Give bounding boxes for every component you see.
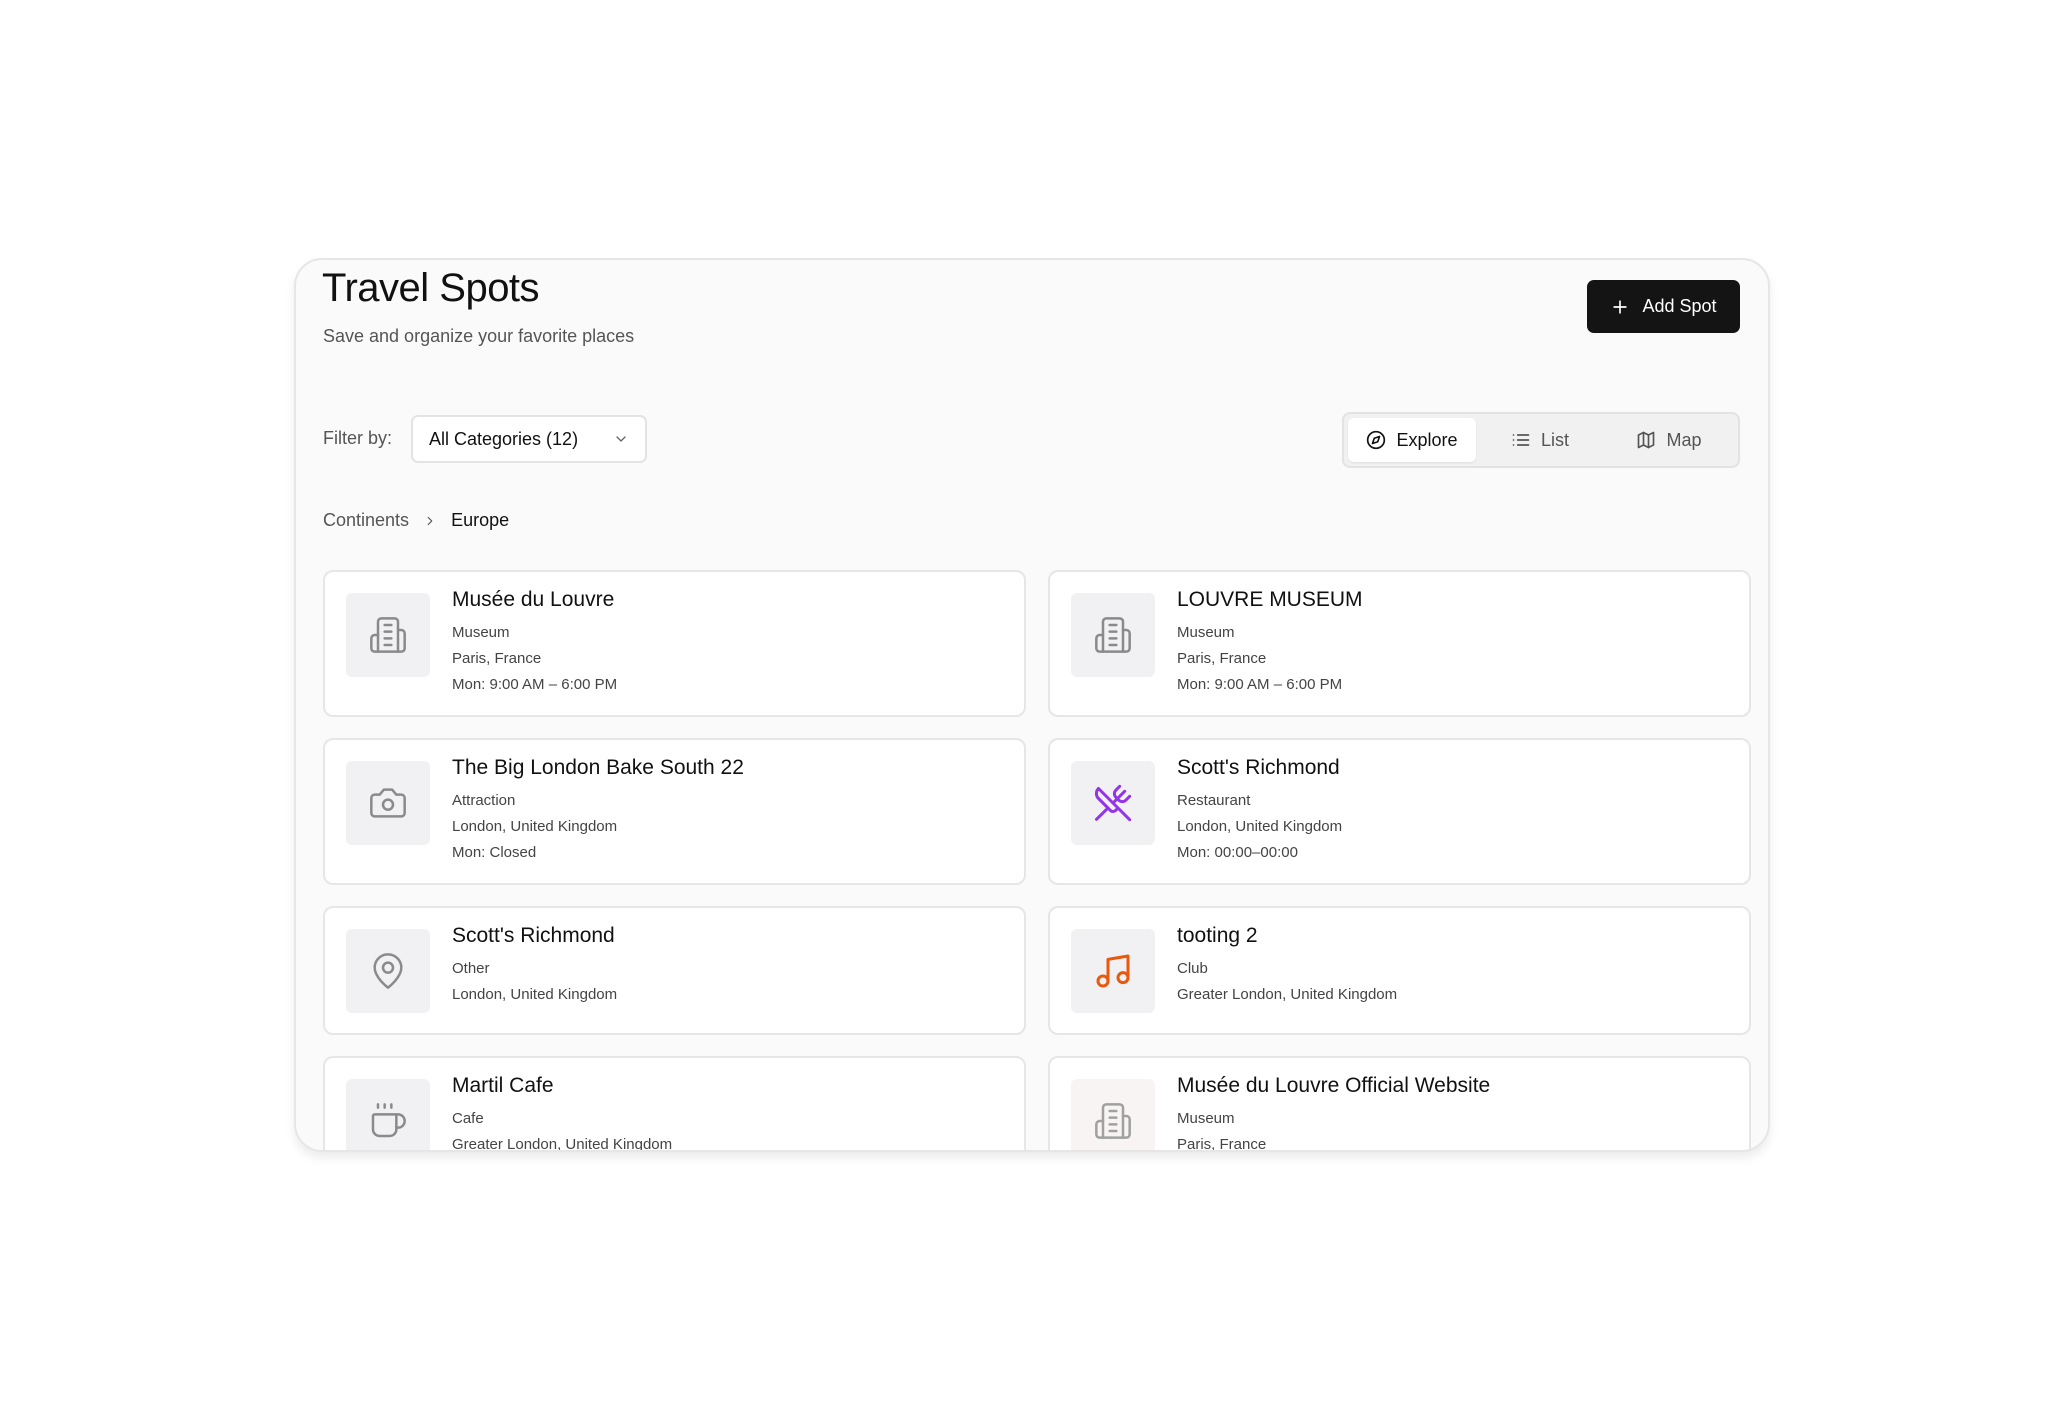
spot-thumbnail: [346, 929, 430, 1013]
spot-hours: Mon: 9:00 AM – 6:00 PM: [1177, 676, 1343, 693]
spot-name: LOUVRE MUSEUM: [1177, 588, 1363, 611]
spot-location: Paris, France: [1177, 650, 1267, 667]
spot-thumbnail: [346, 1079, 430, 1150]
spot-thumbnail: [346, 593, 430, 677]
building-icon: [370, 617, 406, 653]
spot-thumbnail: [1071, 1079, 1155, 1150]
music-icon: [1096, 954, 1130, 988]
spot-card[interactable]: tooting 2 Club Greater London, United Ki…: [1048, 906, 1751, 1035]
breadcrumb-europe: Europe: [451, 510, 510, 530]
spot-location: London, United Kingdom: [452, 986, 618, 1003]
view-list-button[interactable]: List: [1476, 418, 1604, 462]
add-spot-button[interactable]: Add Spot: [1587, 280, 1740, 333]
chevron-right-icon: [427, 516, 433, 525]
spot-thumbnail: [1071, 593, 1155, 677]
breadcrumb: Continents Europe: [323, 510, 509, 531]
view-toggle: Explore List Map: [1342, 412, 1740, 468]
spot-name: Musée du Louvre Official Website: [1177, 1074, 1491, 1097]
app-window: Travel Spots Save and organize your favo…: [294, 258, 1770, 1152]
spot-location: Paris, France: [1177, 1136, 1267, 1152]
filter-label: Filter by:: [323, 428, 393, 448]
view-map-button[interactable]: Map: [1604, 418, 1734, 462]
view-map-label: Map: [1666, 429, 1702, 450]
plus-icon: [1613, 299, 1628, 314]
list-icon: [1512, 434, 1530, 446]
spot-category: Club: [1177, 960, 1208, 977]
spot-card[interactable]: Musée du Louvre Official Website Museum …: [1048, 1056, 1751, 1152]
spot-location: Greater London, United Kingdom: [1177, 986, 1398, 1003]
spot-name: Musée du Louvre: [452, 588, 615, 611]
spot-hours: Mon: Closed: [452, 844, 537, 861]
spot-name: Scott's Richmond: [452, 924, 615, 947]
spot-location: Paris, France: [452, 650, 542, 667]
view-list-label: List: [1540, 429, 1569, 450]
page-title: Travel Spots: [322, 266, 540, 310]
compass-icon: [1367, 430, 1386, 450]
breadcrumb-continents[interactable]: Continents: [323, 510, 409, 531]
map-pin-icon: [373, 953, 403, 989]
spot-location: London, United Kingdom: [452, 818, 618, 835]
spot-hours: Mon: 9:00 AM – 6:00 PM: [452, 676, 618, 693]
camera-icon: [370, 788, 406, 818]
page-subtitle: Save and organize your favorite places: [323, 326, 635, 346]
spot-location: Greater London, United Kingdom: [452, 1136, 673, 1152]
category-filter-select[interactable]: All Categories (12): [411, 415, 647, 463]
spot-category: Restaurant: [1177, 792, 1251, 809]
building-icon: [1095, 1103, 1131, 1139]
spot-thumbnail: [1071, 761, 1155, 845]
view-explore-label: Explore: [1396, 429, 1458, 450]
spot-category: Attraction: [452, 792, 516, 809]
utensils-crossed-icon: [1094, 784, 1132, 822]
coffee-icon: [371, 1103, 406, 1138]
spot-name: tooting 2: [1177, 924, 1258, 947]
spot-category: Other: [452, 960, 490, 977]
spot-card[interactable]: Musée du Louvre Museum Paris, France Mon…: [323, 570, 1026, 717]
spot-card[interactable]: Scott's Richmond Restaurant London, Unit…: [1048, 738, 1751, 885]
spot-name: Scott's Richmond: [1177, 756, 1340, 779]
spot-card[interactable]: The Big London Bake South 22 Attraction …: [323, 738, 1026, 885]
category-filter-value: All Categories (12): [429, 428, 579, 449]
spot-card[interactable]: Martil Cafe Cafe Greater London, United …: [323, 1056, 1026, 1152]
spot-name: Martil Cafe: [452, 1074, 554, 1097]
map-icon: [1638, 431, 1655, 449]
spot-thumbnail: [1071, 929, 1155, 1013]
spot-card[interactable]: LOUVRE MUSEUM Museum Paris, France Mon: …: [1048, 570, 1751, 717]
view-explore-button[interactable]: Explore: [1348, 418, 1476, 462]
spot-category: Cafe: [452, 1110, 484, 1127]
spot-thumbnail: [346, 761, 430, 845]
spot-location: London, United Kingdom: [1177, 818, 1343, 835]
spot-category: Museum: [1177, 624, 1235, 641]
spot-card[interactable]: Scott's Richmond Other London, United Ki…: [323, 906, 1026, 1035]
spot-hours: Mon: 00:00–00:00: [1177, 844, 1298, 861]
spot-category: Museum: [1177, 1110, 1235, 1127]
chevron-down-icon: [616, 436, 626, 442]
spot-category: Museum: [452, 624, 510, 641]
spot-name: The Big London Bake South 22: [452, 756, 744, 779]
add-spot-label: Add Spot: [1642, 296, 1717, 316]
building-icon: [1095, 617, 1131, 653]
